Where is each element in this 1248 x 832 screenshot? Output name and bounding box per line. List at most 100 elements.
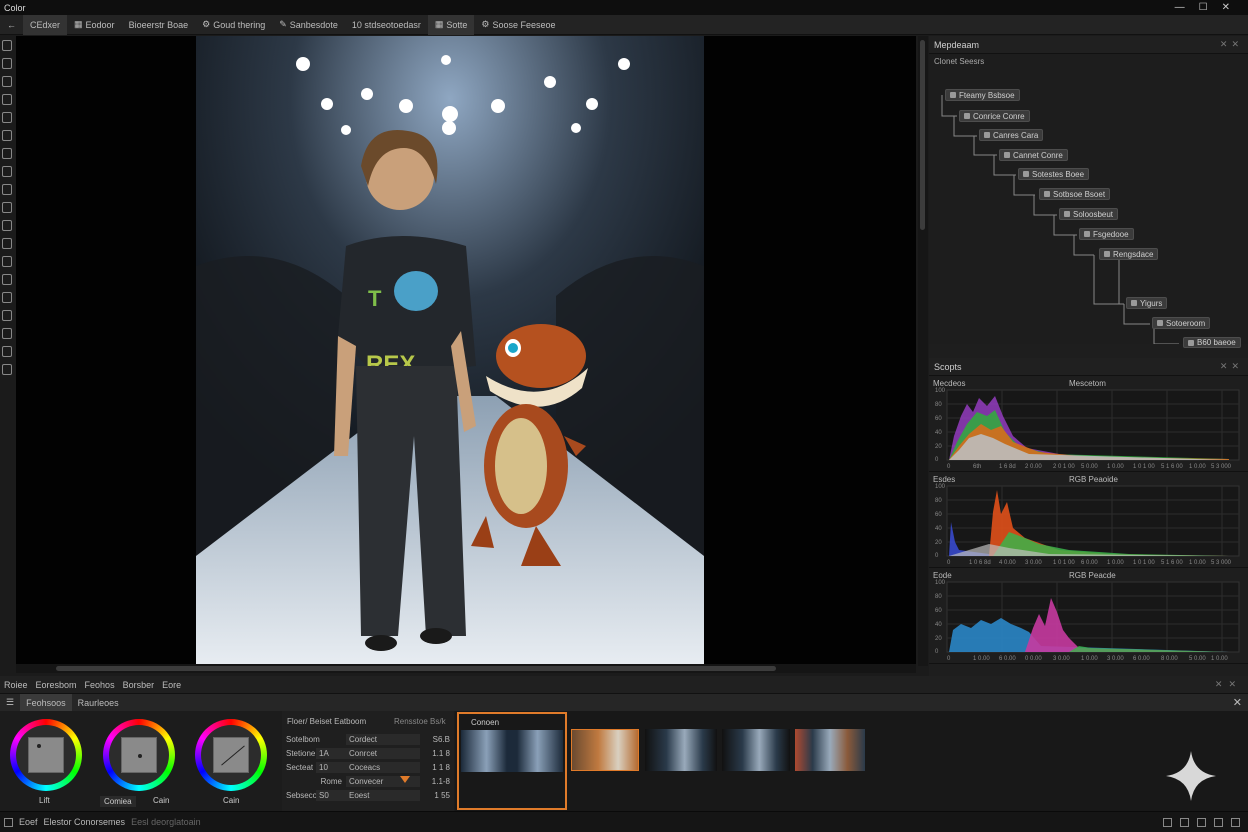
tab-item[interactable]: Eore — [158, 680, 185, 690]
node-item[interactable]: Sotestes Boee — [1018, 168, 1090, 180]
params-header: Floer/ Beiset Eatboom — [287, 717, 367, 726]
node-item[interactable]: Fsgedooe — [1079, 228, 1134, 240]
clip-thumbnail[interactable] — [571, 729, 639, 771]
tool-icon[interactable] — [2, 58, 12, 69]
toolbar-item-8[interactable]: ⚙ Soose Feeseoe — [474, 15, 562, 35]
toolbar-item-6[interactable]: 10 stdseotoedasr — [345, 15, 428, 35]
param-row[interactable]: Rome Convecer 1.1-8 — [286, 775, 450, 787]
wheel-label: Cain — [153, 796, 170, 805]
toolbar-item-5[interactable]: ✎ Sanbesdote — [272, 15, 345, 35]
tool-icon[interactable] — [2, 238, 12, 249]
node-item[interactable]: Yigurs — [1126, 297, 1168, 309]
toolbar-item-2[interactable]: ▦ Eodoor — [67, 15, 122, 35]
tool-icon[interactable] — [2, 148, 12, 159]
clip-thumbnail[interactable] — [795, 729, 865, 771]
node-item[interactable]: Sotoeroom — [1152, 317, 1211, 329]
toolbar-item-editor[interactable]: CEdxer — [23, 14, 68, 35]
gamma-wheel[interactable] — [103, 719, 175, 791]
tab-item[interactable]: Feohos — [81, 680, 119, 690]
back-button[interactable]: ← — [0, 15, 23, 35]
gain-wheel[interactable] — [195, 719, 267, 791]
tool-icon[interactable] — [2, 292, 12, 303]
scroll-thumb[interactable] — [920, 40, 925, 230]
tool-icon[interactable] — [2, 256, 12, 267]
panel-close-icon[interactable]: ✕✕ — [1211, 679, 1248, 690]
param-row[interactable]: Stetione 1A Conrcet 1.1 8 — [286, 747, 450, 759]
tool-icon[interactable] — [2, 184, 12, 195]
clip-thumbnail[interactable] — [645, 729, 717, 771]
tool-icon[interactable] — [2, 112, 12, 123]
tool-icon[interactable] — [2, 94, 12, 105]
node-item[interactable]: Rengsdace — [1099, 248, 1159, 260]
node-item[interactable]: Sotbsoe Bsoet — [1039, 188, 1111, 200]
param-row[interactable]: Sebsecoe S0 Eoest 1 55 — [286, 789, 450, 801]
settings-icon[interactable] — [1163, 817, 1172, 827]
fullscreen-icon[interactable] — [1214, 817, 1223, 827]
grid-icon[interactable] — [1197, 817, 1206, 827]
back-arrow-icon: ← — [7, 19, 16, 30]
expand-icon[interactable] — [1231, 817, 1240, 827]
panel-close-icon[interactable]: ✕✕ — [1220, 39, 1243, 50]
image-viewer[interactable]: T REX — [16, 36, 916, 666]
panel-toggle-icon[interactable] — [4, 817, 13, 827]
node-item[interactable]: Fteamy Bsbsoe — [945, 89, 1020, 101]
close-window-button[interactable]: ✕ — [1222, 2, 1230, 13]
clip-label: Conoen — [471, 718, 500, 727]
minimize-button[interactable]: — — [1175, 2, 1185, 13]
param-number: S6.B — [432, 734, 450, 744]
tool-icon[interactable] — [2, 202, 12, 213]
tab-item[interactable]: Eoresbom — [32, 680, 81, 690]
param-row[interactable]: Secteat 10 Coceacs 1 1 8 — [286, 761, 450, 773]
toolbar-item-7[interactable]: ▦ Sotte — [427, 14, 475, 35]
subtab-item[interactable]: Raurleoes — [72, 694, 125, 711]
param-field[interactable]: Conrcet — [346, 747, 420, 759]
tool-icon[interactable] — [2, 346, 12, 357]
param-value[interactable]: 10 — [316, 761, 346, 773]
layout-icon[interactable] — [1180, 817, 1189, 827]
tool-icon[interactable] — [2, 274, 12, 285]
x-tick: 1 0 6 8d — [969, 560, 991, 566]
tool-icon[interactable] — [2, 76, 12, 87]
panel-close-icon[interactable]: ✕✕ — [1220, 361, 1243, 372]
param-field[interactable]: Cordect — [346, 733, 420, 745]
node-graph[interactable]: Clonet Seesrs Fteamy Bsbsoe Conrice Conr… — [929, 54, 1248, 348]
maximize-button[interactable]: ☐ — [1199, 2, 1208, 13]
subtab-item[interactable]: Feohsoos — [20, 694, 72, 711]
status-icons — [1163, 817, 1248, 827]
param-value[interactable]: S0 — [316, 789, 346, 801]
slider-handle-icon[interactable] — [400, 776, 410, 783]
clip-thumbnail[interactable] — [722, 729, 790, 771]
x-tick: 1 6 8d — [999, 464, 1016, 470]
selected-clip[interactable]: Conoen — [457, 712, 567, 810]
toolbar-item-4[interactable]: ⚙ Goud thering — [195, 15, 272, 35]
close-icon[interactable]: ✕ — [1227, 694, 1248, 711]
tab-item[interactable]: Borsber — [119, 680, 159, 690]
menu-icon[interactable]: ☰ — [0, 694, 20, 711]
tool-icon[interactable] — [2, 310, 12, 321]
tab-item[interactable]: Roiee — [0, 680, 32, 690]
tool-icon[interactable] — [2, 220, 12, 231]
param-value[interactable]: 1A — [316, 747, 346, 759]
tool-icon[interactable] — [2, 364, 12, 375]
param-field[interactable]: Coceacs — [346, 761, 420, 773]
node-item[interactable]: Cannet Conre — [999, 149, 1068, 161]
scroll-thumb[interactable] — [56, 666, 776, 671]
viewer-vertical-scrollbar[interactable] — [918, 36, 928, 666]
node-item[interactable]: Canres Cara — [979, 129, 1044, 141]
x-tick: 5 0.00 — [1189, 656, 1206, 662]
tool-icon[interactable] — [2, 166, 12, 177]
toolbar-item-3[interactable]: Bioeerstr Boae — [122, 15, 196, 35]
node-item[interactable]: Conrice Conre — [959, 110, 1030, 122]
timeline-clips[interactable]: Conoen — [455, 711, 1248, 811]
x-tick: 1 0.00 — [1211, 656, 1228, 662]
param-row[interactable]: Sotelbom Cordect S6.B — [286, 733, 450, 745]
lift-wheel[interactable] — [10, 719, 82, 791]
tool-icon[interactable] — [2, 40, 12, 51]
viewer-horizontal-scrollbar[interactable] — [16, 664, 916, 673]
node-item[interactable]: Soloosbeut — [1059, 208, 1119, 220]
node-item[interactable]: B60 baeoe — [1183, 337, 1241, 348]
tool-icon[interactable] — [2, 328, 12, 339]
param-field[interactable]: Eoest — [346, 789, 420, 801]
x-tick: 8 0.00 — [1161, 656, 1178, 662]
tool-icon[interactable] — [2, 130, 12, 141]
